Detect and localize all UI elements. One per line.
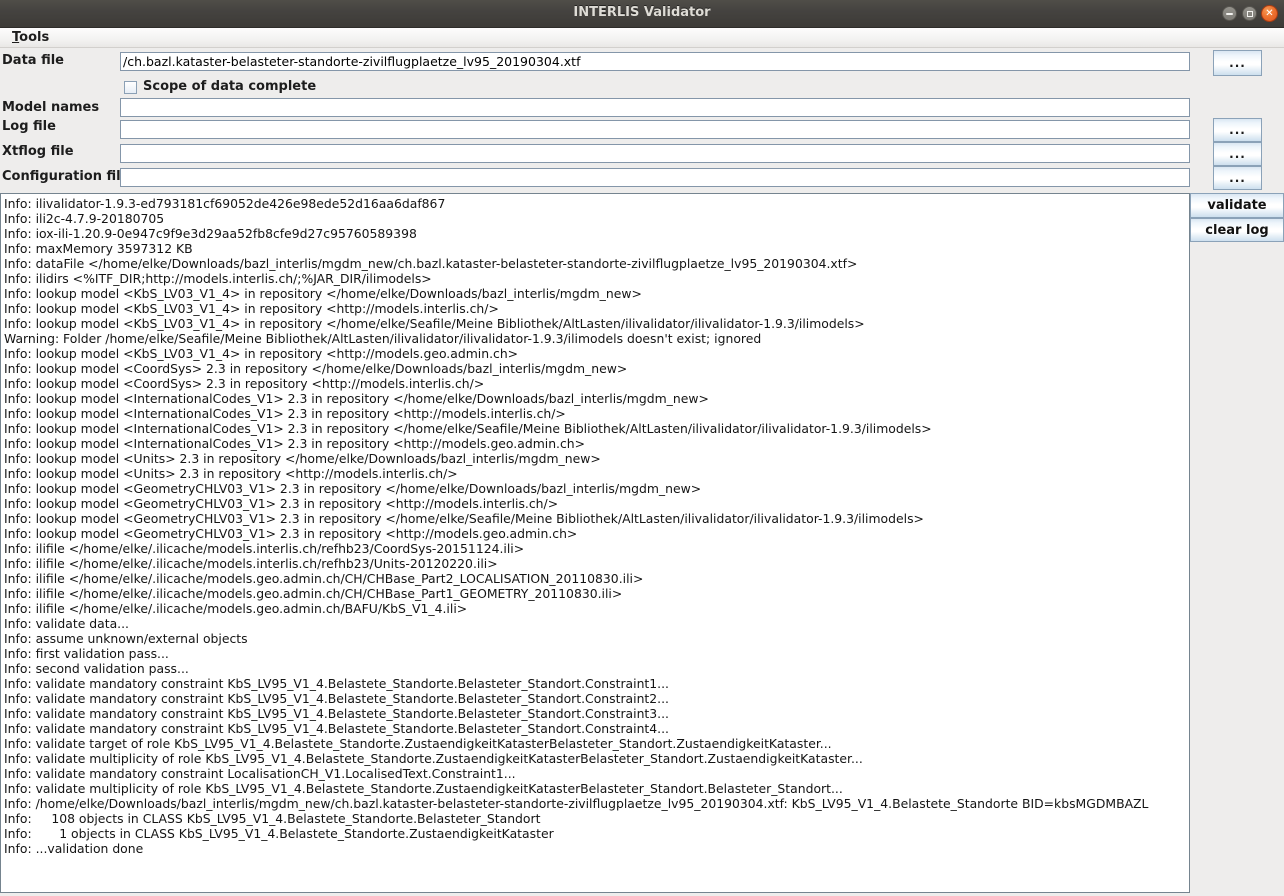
log-line: Info: validate mandatory constraint Loca… <box>4 766 1189 781</box>
log-line: Info: lookup model <KbS_LV03_V1_4> in re… <box>4 286 1189 301</box>
log-file-label: Log file <box>2 119 56 134</box>
model-names-input[interactable] <box>120 98 1190 117</box>
log-line: Info: lookup model <CoordSys> 2.3 in rep… <box>4 376 1189 391</box>
log-line: Info: 1 objects in CLASS KbS_LV95_V1_4.B… <box>4 826 1189 841</box>
log-output[interactable]: Info: ilivalidator-1.9.3-ed793181cf69052… <box>0 193 1190 893</box>
log-line: Info: lookup model <GeometryCHLV03_V1> 2… <box>4 481 1189 496</box>
log-line: Info: lookup model <Units> 2.3 in reposi… <box>4 466 1189 481</box>
scope-of-data-label: Scope of data complete <box>143 79 316 94</box>
log-line: Info: validate mandatory constraint KbS_… <box>4 676 1189 691</box>
log-line: Info: maxMemory 3597312 KB <box>4 241 1189 256</box>
log-line: Info: lookup model <GeometryCHLV03_V1> 2… <box>4 526 1189 541</box>
log-line: Info: first validation pass... <box>4 646 1189 661</box>
menu-tools[interactable]: Tools <box>8 30 53 45</box>
log-line: Info: validate data... <box>4 616 1189 631</box>
app-window: INTERLIS Validator ✕ Tools Data file Mod… <box>0 0 1284 896</box>
log-line: Info: lookup model <InternationalCodes_V… <box>4 391 1189 406</box>
log-line: Info: lookup model <InternationalCodes_V… <box>4 436 1189 451</box>
log-line: Info: /home/elke/Downloads/bazl_interlis… <box>4 796 1189 811</box>
maximize-button[interactable] <box>1242 6 1257 21</box>
log-line: Info: validate mandatory constraint KbS_… <box>4 691 1189 706</box>
scope-of-data-checkbox[interactable] <box>124 81 137 94</box>
menu-tools-rest: ools <box>19 30 49 45</box>
log-line: Info: lookup model <KbS_LV03_V1_4> in re… <box>4 316 1189 331</box>
xtflog-file-input[interactable] <box>120 144 1190 163</box>
log-line: Info: validate mandatory constraint KbS_… <box>4 706 1189 721</box>
close-button[interactable]: ✕ <box>1261 5 1278 22</box>
log-line: Info: dataFile </home/elke/Downloads/baz… <box>4 256 1189 271</box>
log-line: Warning: Folder /home/elke/Seafile/Meine… <box>4 331 1189 346</box>
log-line: Info: validate multiplicity of role KbS_… <box>4 781 1189 796</box>
validate-button[interactable]: validate <box>1190 193 1284 218</box>
log-line: Info: second validation pass... <box>4 661 1189 676</box>
data-file-browse-button[interactable]: ... <box>1213 50 1262 76</box>
configuration-file-label: Configuration file <box>2 169 129 184</box>
clear-log-button[interactable]: clear log <box>1190 218 1284 242</box>
log-line: Info: lookup model <KbS_LV03_V1_4> in re… <box>4 346 1189 361</box>
log-line: Info: ilifile </home/elke/.ilicache/mode… <box>4 556 1189 571</box>
log-line: Info: ilifile </home/elke/.ilicache/mode… <box>4 586 1189 601</box>
log-file-input[interactable] <box>120 120 1190 139</box>
log-line: Info: validate multiplicity of role KbS_… <box>4 751 1189 766</box>
log-line: Info: lookup model <KbS_LV03_V1_4> in re… <box>4 301 1189 316</box>
menu-bar: Tools <box>0 28 1284 48</box>
log-line: Info: ilifile </home/elke/.ilicache/mode… <box>4 571 1189 586</box>
log-line: Info: ilidirs <%ITF_DIR;http://models.in… <box>4 271 1189 286</box>
xtflog-file-browse-button[interactable]: ... <box>1213 142 1262 166</box>
maximize-icon <box>1247 11 1253 17</box>
log-line: Info: ...validation done <box>4 841 1189 856</box>
minimize-icon <box>1226 13 1233 15</box>
log-file-browse-button[interactable]: ... <box>1213 118 1262 142</box>
titlebar[interactable]: INTERLIS Validator ✕ <box>0 0 1284 28</box>
log-line: Info: lookup model <CoordSys> 2.3 in rep… <box>4 361 1189 376</box>
configuration-file-input[interactable] <box>120 168 1190 187</box>
data-file-label: Data file <box>2 53 64 68</box>
xtflog-file-label: Xtflog file <box>2 144 74 159</box>
log-line: Info: ili2c-4.7.9-20180705 <box>4 211 1189 226</box>
log-line: Info: ilifile </home/elke/.ilicache/mode… <box>4 601 1189 616</box>
log-line: Info: assume unknown/external objects <box>4 631 1189 646</box>
window-title: INTERLIS Validator <box>0 5 1284 20</box>
log-line: Info: validate target of role KbS_LV95_V… <box>4 736 1189 751</box>
log-line: Info: lookup model <InternationalCodes_V… <box>4 406 1189 421</box>
minimize-button[interactable] <box>1222 6 1237 21</box>
data-file-input[interactable] <box>120 52 1190 71</box>
log-line: Info: lookup model <Units> 2.3 in reposi… <box>4 451 1189 466</box>
model-names-label: Model names <box>2 100 99 115</box>
log-line: Info: lookup model <GeometryCHLV03_V1> 2… <box>4 496 1189 511</box>
log-line: Info: ilifile </home/elke/.ilicache/mode… <box>4 541 1189 556</box>
log-line: Info: 108 objects in CLASS KbS_LV95_V1_4… <box>4 811 1189 826</box>
log-line: Info: lookup model <InternationalCodes_V… <box>4 421 1189 436</box>
log-line: Info: validate mandatory constraint KbS_… <box>4 721 1189 736</box>
close-icon: ✕ <box>1265 9 1273 19</box>
log-line: Info: iox-ili-1.20.9-0e947c9f9e3d29aa52f… <box>4 226 1189 241</box>
configuration-file-browse-button[interactable]: ... <box>1213 166 1262 190</box>
log-line: Info: lookup model <GeometryCHLV03_V1> 2… <box>4 511 1189 526</box>
log-line: Info: ilivalidator-1.9.3-ed793181cf69052… <box>4 196 1189 211</box>
